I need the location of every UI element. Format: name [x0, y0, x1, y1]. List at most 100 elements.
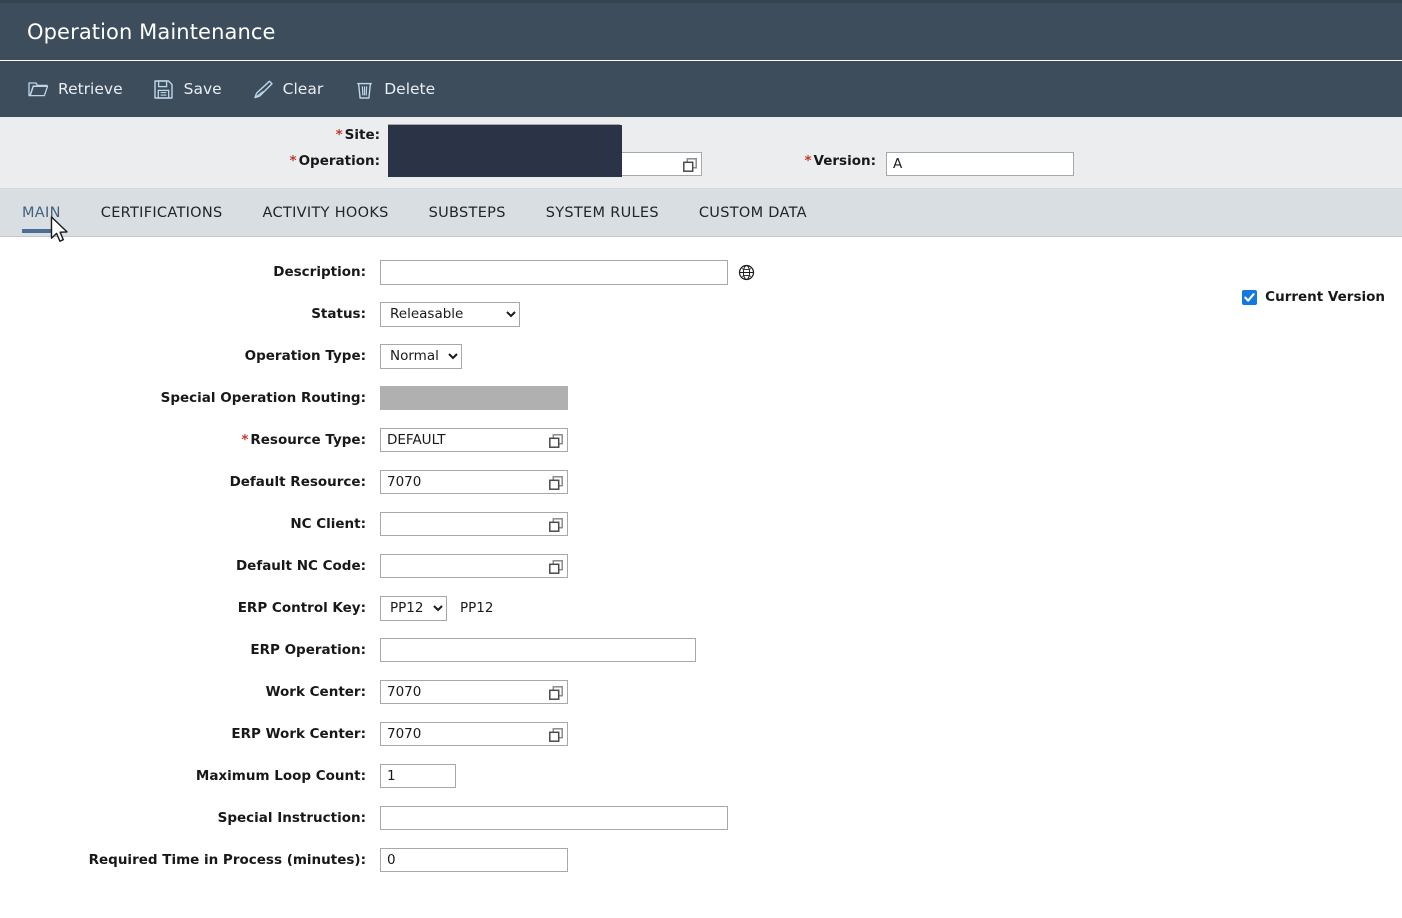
nc-client-input[interactable]	[380, 512, 568, 536]
version-field-row: * Version:	[700, 153, 876, 169]
tab-bar: MAIN CERTIFICATIONS ACTIVITY HOOKS SUBST…	[0, 189, 1402, 237]
site-label: * Site:	[335, 127, 380, 143]
status-select[interactable]: Releasable New Hold Obsolete Freeze	[380, 301, 520, 327]
description-label: Description:	[273, 264, 366, 280]
description-row: Description:	[0, 251, 1402, 293]
work-center-row: Work Center:	[0, 671, 1402, 713]
lookup-browse-icon[interactable]	[549, 685, 563, 700]
default-resource-input[interactable]	[380, 470, 568, 494]
nc-client-control	[380, 512, 568, 536]
required-time-in-process-row: Required Time in Process (minutes):	[0, 839, 1402, 881]
erp-work-center-control	[380, 722, 568, 746]
status-label: Status:	[311, 306, 366, 322]
version-input[interactable]	[886, 152, 1074, 176]
clear-button-label: Clear	[282, 80, 324, 98]
tab-certifications[interactable]: CERTIFICATIONS	[101, 189, 223, 237]
retrieve-button-label: Retrieve	[58, 80, 123, 98]
required-marker: *	[289, 153, 297, 169]
maximum-loop-count-input[interactable]	[380, 764, 456, 788]
nc-client-label: NC Client:	[290, 516, 366, 532]
erp-operation-control	[380, 638, 696, 662]
operation-label: * Operation:	[289, 153, 381, 169]
erp-operation-label: ERP Operation:	[250, 642, 366, 658]
tab-custom-data[interactable]: CUSTOM DATA	[699, 189, 807, 237]
tab-activity-hooks[interactable]: ACTIVITY HOOKS	[263, 189, 389, 237]
retrieve-folder-icon	[26, 77, 50, 101]
maximum-loop-count-row: Maximum Loop Count:	[0, 755, 1402, 797]
status-control: Releasable New Hold Obsolete Freeze	[380, 301, 520, 327]
tab-system-rules[interactable]: SYSTEM RULES	[546, 189, 659, 237]
required-time-in-process-input[interactable]	[380, 848, 568, 872]
lookup-browse-icon[interactable]	[549, 727, 563, 742]
resource-type-input[interactable]	[380, 428, 568, 452]
default-resource-label: Default Resource:	[229, 474, 366, 490]
lookup-browse-icon[interactable]	[683, 157, 697, 172]
retrieve-button[interactable]: Retrieve	[26, 77, 123, 101]
resource-type-control	[380, 428, 568, 452]
redaction-overlay	[388, 125, 622, 177]
special-operation-routing-label: Special Operation Routing:	[160, 390, 366, 406]
special-operation-routing-control	[380, 386, 568, 410]
special-instruction-label: Special Instruction:	[217, 810, 366, 826]
special-instruction-control	[380, 806, 728, 830]
operation-type-control: Normal Special Rework	[380, 343, 462, 369]
maximum-loop-count-label: Maximum Loop Count:	[195, 768, 366, 784]
resource-type-row: * Resource Type:	[0, 419, 1402, 461]
nc-client-row: NC Client:	[0, 503, 1402, 545]
description-input[interactable]	[380, 259, 728, 285]
tab-substeps[interactable]: SUBSTEPS	[429, 189, 506, 237]
save-floppy-icon	[152, 77, 176, 101]
default-nc-code-row: Default NC Code:	[0, 545, 1402, 587]
description-control	[380, 259, 755, 285]
version-field-control	[886, 152, 1074, 176]
page-title: Operation Maintenance	[27, 20, 276, 44]
operation-field-row: * Operation:	[0, 153, 381, 169]
default-resource-row: Default Resource:	[0, 461, 1402, 503]
window-title-bar: Operation Maintenance	[0, 0, 1402, 61]
erp-control-key-control: PP12 PP12	[380, 595, 494, 621]
special-operation-routing-field	[380, 386, 568, 410]
lookup-browse-icon[interactable]	[549, 475, 563, 490]
site-field-row: * Site:	[0, 127, 380, 143]
tab-main[interactable]: MAIN	[22, 189, 61, 237]
clear-button[interactable]: Clear	[251, 77, 324, 101]
erp-work-center-input[interactable]	[380, 722, 568, 746]
required-time-in-process-control	[380, 848, 568, 872]
delete-button[interactable]: Delete	[352, 77, 435, 101]
delete-trash-icon	[352, 77, 376, 101]
erp-control-key-description: PP12	[460, 600, 494, 616]
resource-type-label: * Resource Type:	[241, 432, 366, 448]
operation-type-label: Operation Type:	[244, 348, 366, 364]
default-resource-control	[380, 470, 568, 494]
lookup-browse-icon[interactable]	[549, 517, 563, 532]
erp-operation-input[interactable]	[380, 638, 696, 662]
special-instruction-input[interactable]	[380, 806, 728, 830]
main-tab-panel: Current Version Description: Status: Rel…	[0, 237, 1402, 881]
operation-type-row: Operation Type: Normal Special Rework	[0, 335, 1402, 377]
work-center-control	[380, 680, 568, 704]
operation-type-select[interactable]: Normal Special Rework	[380, 343, 462, 369]
required-marker: *	[804, 153, 812, 169]
special-operation-routing-row: Special Operation Routing:	[0, 377, 1402, 419]
erp-control-key-select[interactable]: PP12	[380, 595, 447, 621]
key-field-header: * Site: * Operation: * Version:	[0, 117, 1402, 189]
save-button-label: Save	[183, 80, 222, 98]
required-marker: *	[335, 127, 343, 143]
delete-button-label: Delete	[384, 80, 436, 98]
globe-translate-icon[interactable]	[737, 263, 755, 281]
special-instruction-row: Special Instruction:	[0, 797, 1402, 839]
lookup-browse-icon[interactable]	[549, 433, 563, 448]
work-center-label: Work Center:	[265, 684, 366, 700]
required-time-in-process-label: Required Time in Process (minutes):	[88, 852, 366, 868]
default-nc-code-control	[380, 554, 568, 578]
clear-pencil-icon	[251, 77, 275, 101]
default-nc-code-label: Default NC Code:	[235, 558, 366, 574]
save-button[interactable]: Save	[152, 77, 222, 101]
erp-work-center-label: ERP Work Center:	[231, 726, 366, 742]
erp-control-key-row: ERP Control Key: PP12 PP12	[0, 587, 1402, 629]
maximum-loop-count-control	[380, 764, 456, 788]
default-nc-code-input[interactable]	[380, 554, 568, 578]
required-marker: *	[241, 432, 249, 448]
work-center-input[interactable]	[380, 680, 568, 704]
lookup-browse-icon[interactable]	[549, 559, 563, 574]
